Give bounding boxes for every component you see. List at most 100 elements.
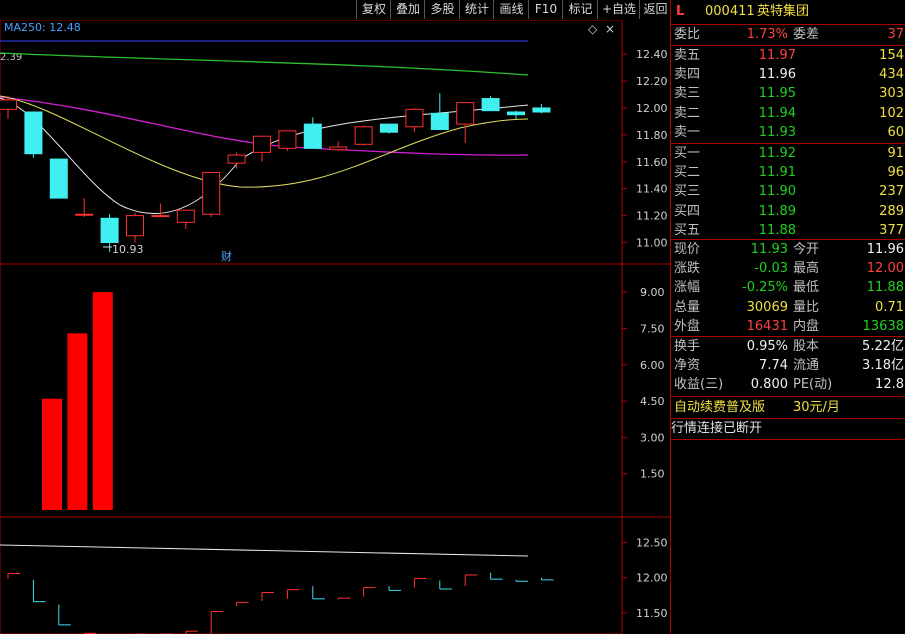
quote-header: L 000411 英特集团 bbox=[671, 3, 905, 21]
candle-body bbox=[100, 217, 119, 244]
stat-row: 涨跌 -0.03 最高 12.00 bbox=[671, 260, 905, 278]
sell-row: 卖二 11.94 102 bbox=[671, 105, 905, 123]
candle-body bbox=[532, 107, 551, 113]
stat-value: 12.8 bbox=[875, 377, 904, 393]
candle-body bbox=[227, 154, 246, 164]
price-axis-label: 11.20 bbox=[636, 210, 668, 223]
stat-row: 净资 7.74 流通 3.18亿 bbox=[671, 357, 905, 375]
stat-value: 7.74 bbox=[759, 358, 788, 374]
bottom-ma-line bbox=[0, 544, 529, 557]
candle-body bbox=[0, 99, 17, 110]
sell-row: 卖四 11.96 434 bbox=[671, 66, 905, 84]
stat-label: 净资 bbox=[674, 358, 701, 374]
candle-body bbox=[278, 130, 297, 149]
weibi-row: 委比 1.73% 委差 37 bbox=[671, 26, 905, 44]
buy-row: 买二 11.91 96 bbox=[671, 164, 905, 182]
stat-row: 外盘 16431 内盘 13638 bbox=[671, 318, 905, 336]
stat-label: 涨跌 bbox=[674, 261, 701, 277]
sell-label: 卖三 bbox=[674, 86, 701, 102]
buy-price: 11.89 bbox=[758, 203, 796, 219]
stat-label: 外盘 bbox=[674, 318, 701, 334]
candle-body bbox=[75, 213, 94, 216]
stat-value: 0.71 bbox=[875, 299, 904, 315]
sell-label: 卖四 bbox=[674, 67, 701, 83]
sell-volume: 434 bbox=[879, 67, 904, 83]
toolbar-button-0[interactable]: 复权 bbox=[356, 0, 391, 19]
stat-value: -0.25% bbox=[742, 280, 788, 296]
stat-value: 16431 bbox=[746, 318, 788, 334]
weibi-value: 1.73% bbox=[746, 27, 788, 42]
buy-label: 买五 bbox=[674, 222, 701, 238]
stock-name: 英特集团 bbox=[757, 4, 810, 19]
toolbar-button-6[interactable]: 标记 bbox=[562, 0, 598, 19]
sell-price: 11.95 bbox=[758, 86, 796, 102]
stat-row: 收益(三) 0.800 PE(动) 12.8 bbox=[671, 376, 905, 394]
toolbar-button-2[interactable]: 多股 bbox=[424, 0, 460, 19]
buy-volume: 289 bbox=[879, 203, 904, 219]
candle-body bbox=[126, 215, 144, 237]
stat-label: 流通 bbox=[793, 358, 820, 374]
candle-body bbox=[202, 172, 221, 215]
buy-label: 买二 bbox=[674, 165, 701, 181]
candle-body bbox=[481, 98, 500, 112]
stat-row: 现价 11.93 今开 11.96 bbox=[671, 241, 905, 259]
stat-value: 11.93 bbox=[750, 242, 788, 257]
buy-volume: 96 bbox=[887, 165, 904, 181]
diamond-icon: ◇ bbox=[588, 22, 598, 36]
toolbar-button-1[interactable]: 叠加 bbox=[390, 0, 425, 19]
stat-row: 换手 0.95% 股本 5.22亿 bbox=[671, 338, 905, 356]
buy-price: 11.90 bbox=[758, 184, 796, 200]
volume-axis-label: 9.00 bbox=[640, 286, 665, 299]
toolbar-button-5[interactable]: F10 bbox=[528, 0, 563, 19]
stat-label: 现价 bbox=[674, 242, 701, 257]
price-axis-label: 11.80 bbox=[636, 129, 668, 142]
buy-price: 11.88 bbox=[758, 222, 796, 238]
buy-row: 买四 11.89 289 bbox=[671, 203, 905, 221]
sell-row: 卖五 11.97 154 bbox=[671, 47, 905, 65]
promo-text: 自动续费普及版 bbox=[674, 400, 766, 415]
sell-price: 11.94 bbox=[758, 105, 796, 121]
candle-body bbox=[24, 111, 43, 155]
market-flag: L bbox=[676, 4, 685, 19]
buy-volume: 237 bbox=[879, 184, 904, 200]
bottom-axis-label: 11.50 bbox=[636, 607, 668, 620]
price-axis-label: 12.20 bbox=[636, 75, 668, 88]
toolbar-button-4[interactable]: 画线 bbox=[493, 0, 529, 19]
stat-label: 股本 bbox=[793, 339, 820, 354]
stat-label: 收益(三) bbox=[674, 377, 724, 393]
toolbar-button-8[interactable]: 返回 bbox=[639, 0, 671, 19]
stat-label: 总量 bbox=[674, 299, 701, 315]
candle-body bbox=[303, 123, 322, 149]
bottom-axis-label: 12.50 bbox=[636, 537, 668, 550]
candle-body bbox=[176, 209, 195, 223]
buy-label: 买一 bbox=[674, 146, 701, 161]
kline-chart[interactable]: 12.40 12.20 12.00 11.80 11.60 11.40 11.20 11.00… bbox=[0, 20, 670, 634]
sell-label: 卖五 bbox=[674, 48, 701, 63]
toolbar-button-7[interactable]: +自选 bbox=[597, 0, 640, 19]
volume-bar bbox=[42, 398, 62, 510]
stat-label: PE(动) bbox=[793, 377, 833, 393]
volume-axis-label: 1.50 bbox=[640, 468, 665, 481]
connection-status: 行情连接已断开 bbox=[671, 421, 763, 436]
stat-value: 0.800 bbox=[750, 377, 788, 393]
toolbar-button-3[interactable]: 统计 bbox=[459, 0, 494, 19]
stat-value: 13638 bbox=[862, 318, 904, 334]
stat-value: 5.22亿 bbox=[862, 339, 904, 354]
price-axis-label: 11.40 bbox=[636, 183, 668, 196]
candle-body bbox=[329, 146, 348, 151]
volume-axis-label: 3.00 bbox=[640, 431, 665, 444]
buy-price: 11.92 bbox=[758, 146, 796, 161]
candle-body bbox=[380, 123, 398, 133]
stat-label: 量比 bbox=[793, 299, 820, 315]
promo-row[interactable]: 自动续费普及版 30元/月 bbox=[671, 399, 905, 417]
buy-price: 11.91 bbox=[758, 165, 796, 181]
candle-body bbox=[507, 111, 525, 116]
candle-body bbox=[151, 215, 170, 218]
buy-label: 买四 bbox=[674, 203, 701, 219]
sell-label: 卖二 bbox=[674, 105, 701, 121]
volume-axis-label: 4.50 bbox=[640, 395, 665, 408]
buy-row: 买三 11.90 237 bbox=[671, 183, 905, 201]
stock-code: 000411 bbox=[705, 4, 755, 19]
stat-value: 0.95% bbox=[746, 339, 788, 354]
stat-row: 涨幅 -0.25% 最低 11.88 bbox=[671, 279, 905, 297]
